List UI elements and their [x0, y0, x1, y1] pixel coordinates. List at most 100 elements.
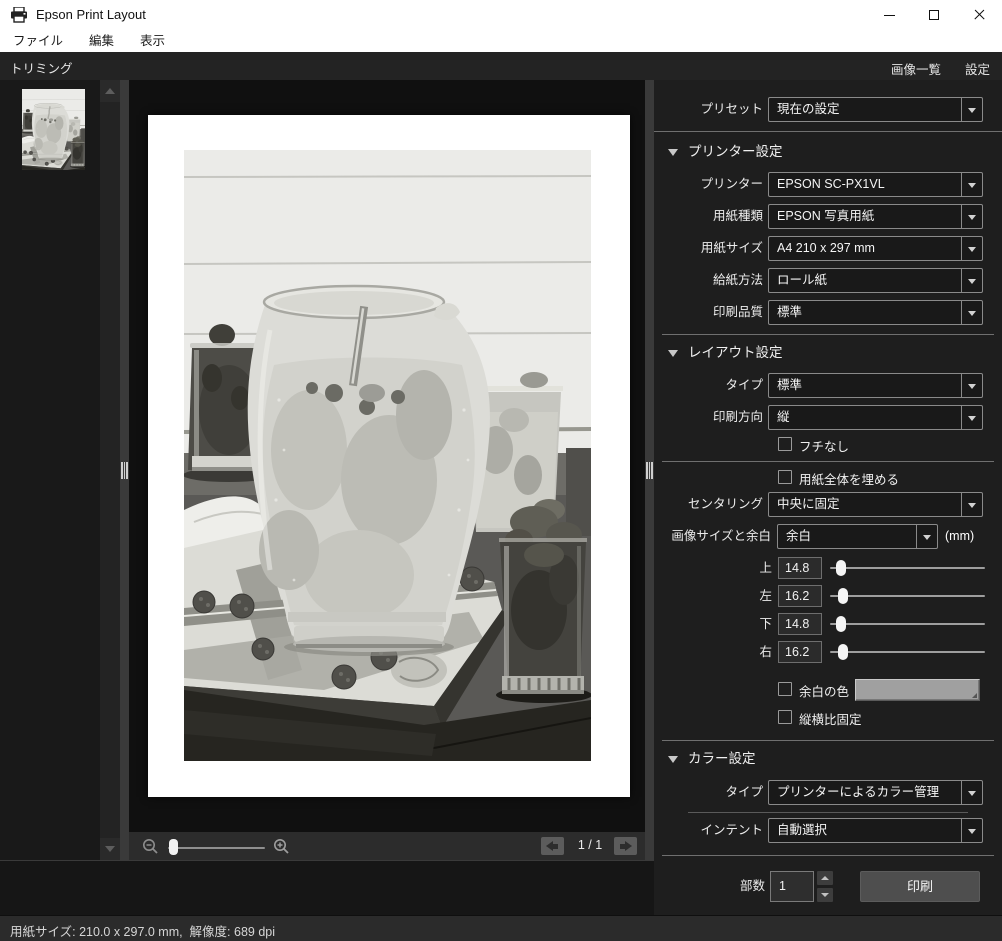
dropdown-button[interactable]: [961, 269, 982, 292]
print-footer-row: 部数 1 印刷: [654, 871, 1002, 902]
preset-select[interactable]: 現在の設定: [768, 97, 983, 122]
slider-thumb[interactable]: [836, 616, 846, 632]
slider-thumb[interactable]: [838, 644, 848, 660]
intent-select[interactable]: 自動選択: [768, 818, 983, 843]
menu-edit[interactable]: 編集: [76, 30, 127, 52]
margin-bottom-field[interactable]: 14.8: [778, 613, 822, 635]
maximize-button[interactable]: [912, 0, 957, 30]
minimize-button[interactable]: [867, 0, 912, 30]
divider: [654, 131, 1002, 132]
dropdown-button[interactable]: [961, 374, 982, 397]
zoom-out-icon[interactable]: [142, 838, 159, 855]
centering-label: センタリング: [688, 492, 763, 517]
margin-left-field[interactable]: 16.2: [778, 585, 822, 607]
margin-left-slider[interactable]: [830, 595, 985, 597]
margin-color-label: 余白の色: [799, 681, 849, 700]
main-area: 1 / 1 プリセット 現在の設定 プリンター設定 プリンター: [0, 80, 1002, 915]
close-button[interactable]: [957, 0, 1002, 30]
title-bar: Epson Print Layout: [0, 0, 1002, 30]
grip-icon: [646, 462, 653, 479]
dropdown-button[interactable]: [961, 205, 982, 228]
slider-thumb[interactable]: [838, 588, 848, 604]
zoom-slider-thumb[interactable]: [169, 839, 178, 855]
fill-paper-row: 用紙全体を埋める: [654, 470, 1002, 486]
paper-source-value: ロール紙: [777, 269, 956, 292]
page-indicator: 1 / 1: [567, 838, 613, 852]
layout-type-row: タイプ 標準: [654, 373, 1002, 398]
next-page-button[interactable]: [614, 837, 637, 855]
preset-value: 現在の設定: [777, 98, 956, 121]
paper-size-label: 用紙サイズ: [701, 236, 763, 261]
paper-source-row: 給紙方法 ロール紙: [654, 268, 1002, 293]
margin-right-slider[interactable]: [830, 651, 985, 653]
image-list-button[interactable]: 画像一覧: [891, 59, 941, 78]
thumbnail-scrollbar[interactable]: [100, 80, 120, 860]
borderless-checkbox[interactable]: [778, 437, 792, 451]
printer-label: プリンター: [700, 172, 763, 197]
previous-page-button[interactable]: [541, 837, 564, 855]
margin-top-slider[interactable]: [830, 567, 985, 569]
scroll-down-button[interactable]: [100, 838, 120, 860]
orientation-select[interactable]: 縦: [768, 405, 983, 430]
dropdown-button[interactable]: [961, 406, 982, 429]
fixed-aspect-checkbox[interactable]: [778, 710, 792, 724]
dropdown-button[interactable]: [961, 781, 982, 804]
preset-label: プリセット: [700, 97, 763, 122]
margin-color-swatch[interactable]: [855, 679, 980, 701]
copies-increment-button[interactable]: [817, 871, 833, 885]
divider: [662, 334, 994, 335]
margin-color-checkbox[interactable]: [778, 682, 792, 696]
printer-row: プリンター EPSON SC-PX1VL: [654, 172, 1002, 197]
centering-select[interactable]: 中央に固定: [768, 492, 983, 517]
dropdown-button[interactable]: [961, 301, 982, 324]
margin-unit-label: (mm): [945, 524, 974, 549]
copies-input[interactable]: 1: [770, 871, 814, 902]
dropdown-button[interactable]: [961, 173, 982, 196]
margin-bottom-label: 下: [738, 613, 772, 635]
fill-paper-checkbox[interactable]: [778, 470, 792, 484]
fixed-aspect-row: 縦横比固定: [654, 710, 1002, 726]
collapse-triangle-icon: [668, 756, 678, 763]
right-splitter-handle[interactable]: [645, 80, 654, 860]
left-splitter-handle[interactable]: [120, 80, 129, 860]
layout-type-label: タイプ: [725, 373, 763, 398]
dropdown-button[interactable]: [916, 525, 937, 548]
centering-value: 中央に固定: [777, 493, 956, 516]
margin-right-field[interactable]: 16.2: [778, 641, 822, 663]
copies-decrement-button[interactable]: [817, 888, 833, 902]
chevron-down-icon: [968, 791, 976, 796]
dropdown-button[interactable]: [961, 819, 982, 842]
color-type-select[interactable]: プリンターによるカラー管理: [768, 780, 983, 805]
menu-file[interactable]: ファイル: [0, 30, 76, 52]
paper-type-select[interactable]: EPSON 写真用紙: [768, 204, 983, 229]
printer-select[interactable]: EPSON SC-PX1VL: [768, 172, 983, 197]
dropdown-button[interactable]: [961, 237, 982, 260]
layout-type-select[interactable]: 標準: [768, 373, 983, 398]
slider-thumb[interactable]: [836, 560, 846, 576]
chevron-down-icon: [968, 416, 976, 421]
paper-source-select[interactable]: ロール紙: [768, 268, 983, 293]
preset-dropdown-button[interactable]: [961, 98, 982, 121]
settings-button[interactable]: 設定: [965, 59, 990, 78]
paper-size-select[interactable]: A4 210 x 297 mm: [768, 236, 983, 261]
grip-icon: [121, 462, 128, 479]
chevron-down-icon: [968, 503, 976, 508]
maximize-icon: [929, 10, 939, 20]
zoom-slider[interactable]: [168, 847, 265, 849]
dropdown-button[interactable]: [961, 493, 982, 516]
status-bar: 用紙サイズ: 210.0 x 297.0 mm, 解像度: 689 dpi: [0, 915, 1002, 941]
margin-left-label: 左: [738, 585, 772, 607]
image-thumbnail[interactable]: [22, 89, 85, 170]
arrow-down-icon: [105, 846, 115, 852]
divider: [688, 812, 968, 813]
borderless-row: フチなし: [654, 437, 1002, 453]
margin-bottom-slider[interactable]: [830, 623, 985, 625]
zoom-in-icon[interactable]: [273, 838, 290, 855]
scroll-up-button[interactable]: [100, 80, 120, 102]
print-button[interactable]: 印刷: [860, 871, 980, 902]
menu-view[interactable]: 表示: [127, 30, 178, 52]
print-quality-select[interactable]: 標準: [768, 300, 983, 325]
margin-top-field[interactable]: 14.8: [778, 557, 822, 579]
paper-source-label: 給紙方法: [713, 268, 763, 293]
image-size-margin-select[interactable]: 余白: [777, 524, 938, 549]
